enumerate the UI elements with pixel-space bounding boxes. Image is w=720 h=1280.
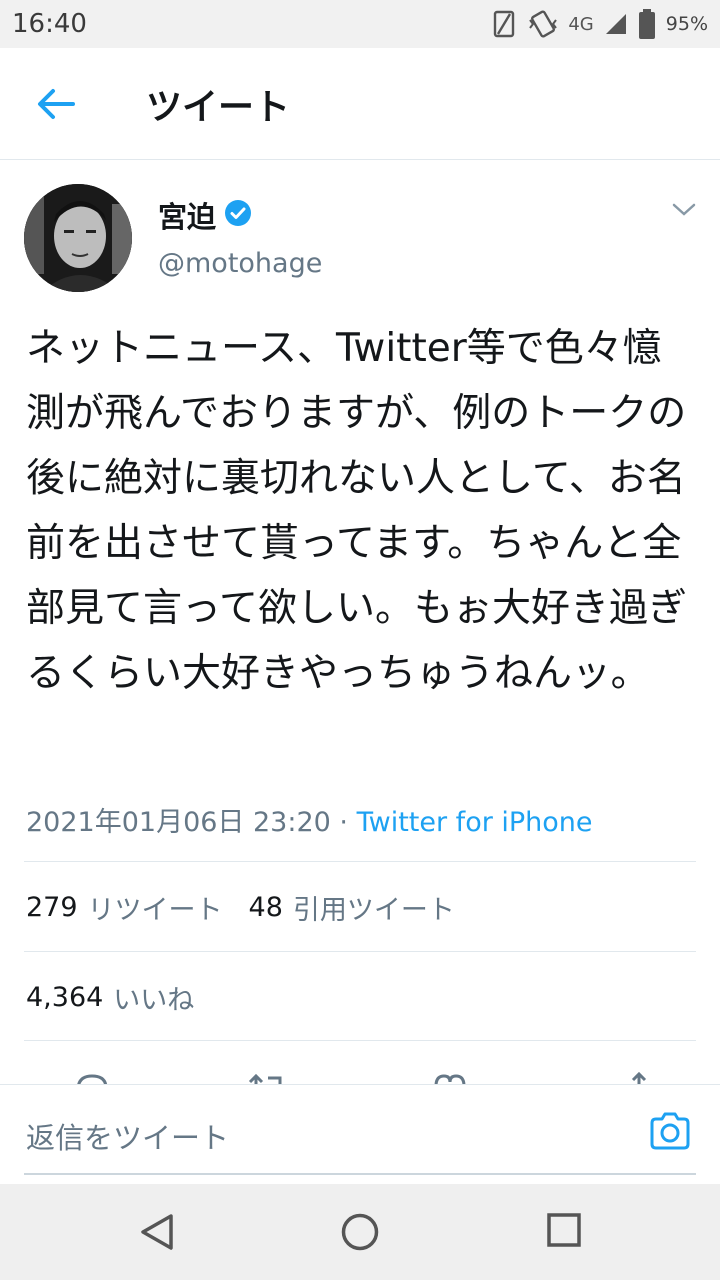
divider [24, 951, 696, 952]
reply-icon[interactable] [72, 1070, 112, 1084]
battery-icon [638, 8, 656, 40]
author-handle[interactable]: @motohage [158, 248, 322, 279]
reply-input[interactable]: 返信をツイート [26, 1115, 229, 1157]
divider [24, 861, 696, 862]
tweet-timestamp: 2021年01月06日 23:20 [26, 807, 331, 838]
share-icon[interactable] [624, 1070, 654, 1084]
author-name-row[interactable]: 宮迫 [158, 194, 252, 236]
author-name[interactable]: 宮迫 [158, 194, 216, 236]
retweet-icon[interactable] [246, 1070, 286, 1084]
like-label[interactable]: いいね [113, 978, 194, 1017]
retweet-stats-row: 279 リツイート 48 引用ツイート [26, 888, 481, 927]
signal-icon [604, 12, 628, 36]
reply-bar: 返信をツイート [0, 1084, 720, 1184]
divider [24, 1040, 696, 1041]
chevron-down-icon[interactable] [672, 202, 696, 221]
system-nav-bar [0, 1184, 720, 1280]
tweet-author: 宮迫 @motohage [24, 180, 696, 300]
network-type: 4G [568, 13, 594, 35]
arrow-left-icon [38, 88, 75, 119]
tweet-meta: 2021年01月06日 23:20 · Twitter for iPhone [26, 800, 593, 839]
camera-button[interactable] [648, 1111, 696, 1159]
reply-input-underline [24, 1173, 696, 1175]
nav-home-button[interactable] [340, 1212, 380, 1256]
screen-rotation-icon [492, 10, 518, 38]
status-time: 16:40 [12, 9, 87, 39]
back-button[interactable] [0, 48, 112, 160]
battery-percent: 95% [665, 13, 708, 35]
tweet-action-bar [0, 1042, 720, 1084]
verified-badge-icon [224, 199, 252, 231]
status-bar: 16:40 4G 95% [0, 0, 720, 48]
circle-home-icon [341, 1213, 379, 1251]
like-stats-row: 4,364 いいね [26, 978, 220, 1017]
quote-count[interactable]: 48 [249, 892, 283, 923]
vibrate-icon [528, 10, 558, 38]
triangle-back-icon [141, 1214, 173, 1250]
meta-separator: · [339, 807, 349, 838]
tweet-text: ネットニュース、Twitter等で色々憶測が飛んでおりますが、例のトークの後に絶… [26, 326, 688, 696]
status-icons: 4G 95% [492, 8, 708, 40]
square-recents-icon [547, 1213, 581, 1247]
page-title: ツイート [146, 86, 291, 128]
quote-label[interactable]: 引用ツイート [293, 888, 455, 927]
retweet-count[interactable]: 279 [26, 892, 78, 923]
like-icon[interactable] [430, 1070, 470, 1084]
nav-back-button[interactable] [138, 1212, 176, 1256]
like-count[interactable]: 4,364 [26, 982, 103, 1013]
camera-icon [650, 1112, 690, 1150]
retweet-label[interactable]: リツイート [88, 888, 223, 927]
nav-recents-button[interactable] [546, 1212, 582, 1252]
app-header: ツイート [0, 48, 720, 160]
tweet-source-link[interactable]: Twitter for iPhone [357, 807, 593, 838]
avatar[interactable] [24, 184, 132, 292]
